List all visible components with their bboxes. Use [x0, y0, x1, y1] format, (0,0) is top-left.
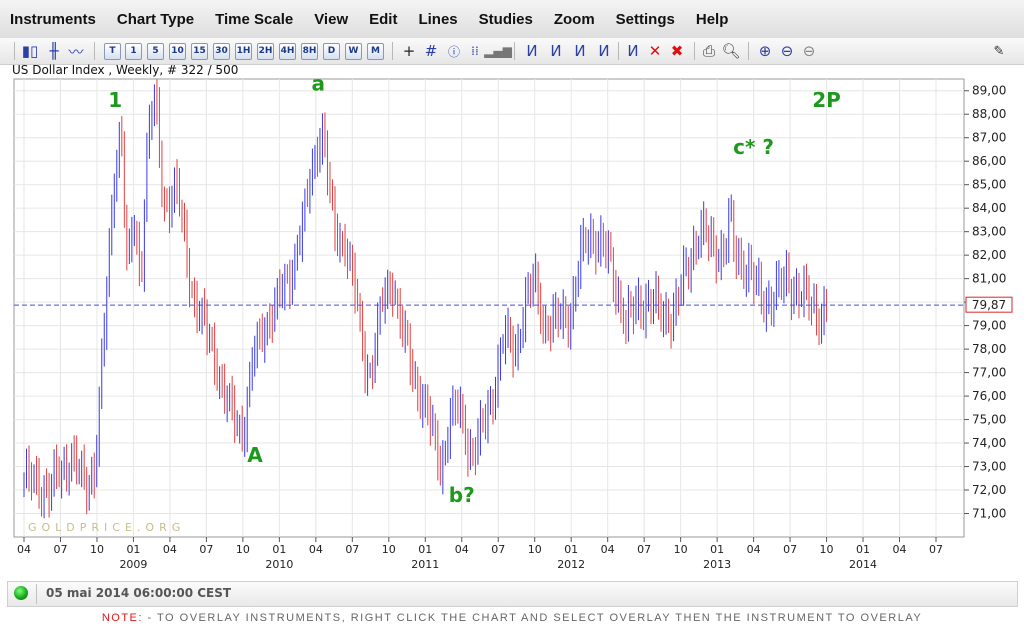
x-tick-label: 07 — [637, 543, 651, 556]
y-tick-label: 75,00 — [972, 413, 1006, 427]
x-tick-label: 04 — [309, 543, 323, 556]
y-tick-label: 83,00 — [972, 225, 1006, 239]
year-label: 2011 — [411, 558, 439, 571]
x-tick-label: 04 — [747, 543, 761, 556]
year-label: 2014 — [849, 558, 877, 571]
overlay-note: NOTE: - TO OVERLAY INSTRUMENTS, RIGHT CL… — [0, 612, 1024, 624]
x-tick-label: 07 — [199, 543, 213, 556]
x-tick-label: 01 — [272, 543, 286, 556]
y-tick-label: 88,00 — [972, 107, 1006, 121]
y-tick-label: 89,00 — [972, 84, 1006, 98]
year-label: 2013 — [703, 558, 731, 571]
wave-label: A — [247, 443, 263, 467]
x-tick-label: 10 — [820, 543, 834, 556]
wave-label: b? — [449, 483, 475, 507]
x-tick-label: 10 — [236, 543, 250, 556]
y-tick-label: 79,00 — [972, 319, 1006, 333]
x-tick-label: 04 — [601, 543, 615, 556]
x-tick-label: 04 — [17, 543, 31, 556]
y-tick-label: 76,00 — [972, 389, 1006, 403]
year-label: 2010 — [265, 558, 293, 571]
y-tick-label: 85,00 — [972, 178, 1006, 192]
y-tick-label: 81,00 — [972, 272, 1006, 286]
note-text: - TO OVERLAY INSTRUMENTS, RIGHT CLICK TH… — [142, 612, 923, 624]
x-tick-label: 01 — [418, 543, 432, 556]
connection-status-icon — [14, 586, 28, 600]
note-prefix: NOTE: — [101, 612, 143, 624]
wave-label: 2P — [812, 88, 841, 112]
x-tick-label: 01 — [856, 543, 870, 556]
x-tick-label: 01 — [710, 543, 724, 556]
wave-label: 1 — [108, 88, 122, 112]
x-tick-label: 10 — [674, 543, 688, 556]
x-tick-label: 07 — [345, 543, 359, 556]
price-chart[interactable]: 71,00 72,00 73,00 74,00 75,00 76,00 77,00 78,00… — [0, 0, 1024, 578]
y-tick-label: 74,00 — [972, 436, 1006, 450]
wave-label: c* ? — [733, 135, 774, 159]
current-price-label: 79,87 — [972, 298, 1006, 312]
year-label: 2009 — [119, 558, 147, 571]
status-timestamp: 05 mai 2014 06:00:00 CEST — [46, 586, 232, 600]
wave-label: a — [312, 72, 326, 96]
y-tick-label: 87,00 — [972, 131, 1006, 145]
year-label: 2012 — [557, 558, 585, 571]
y-tick-label: 86,00 — [972, 154, 1006, 168]
y-tick-label: 73,00 — [972, 460, 1006, 474]
watermark-text: GOLDPRICE.ORG — [28, 521, 185, 534]
x-tick-label: 01 — [564, 543, 578, 556]
x-tick-label: 01 — [126, 543, 140, 556]
x-tick-label: 10 — [382, 543, 396, 556]
x-tick-label: 07 — [53, 543, 67, 556]
status-separator — [36, 584, 37, 604]
x-tick-label: 07 — [783, 543, 797, 556]
x-tick-label: 10 — [90, 543, 104, 556]
x-tick-label: 04 — [893, 543, 907, 556]
y-tick-label: 78,00 — [972, 342, 1006, 356]
x-tick-label: 07 — [929, 543, 943, 556]
x-tick-label: 04 — [163, 543, 177, 556]
y-tick-label: 82,00 — [972, 248, 1006, 262]
y-tick-label: 71,00 — [972, 507, 1006, 521]
y-tick-label: 72,00 — [972, 483, 1006, 497]
x-tick-label: 10 — [528, 543, 542, 556]
x-tick-label: 07 — [491, 543, 505, 556]
status-bar: 05 mai 2014 06:00:00 CEST — [7, 581, 1018, 607]
x-tick-label: 04 — [455, 543, 469, 556]
y-tick-label: 84,00 — [972, 201, 1006, 215]
y-tick-label: 77,00 — [972, 366, 1006, 380]
